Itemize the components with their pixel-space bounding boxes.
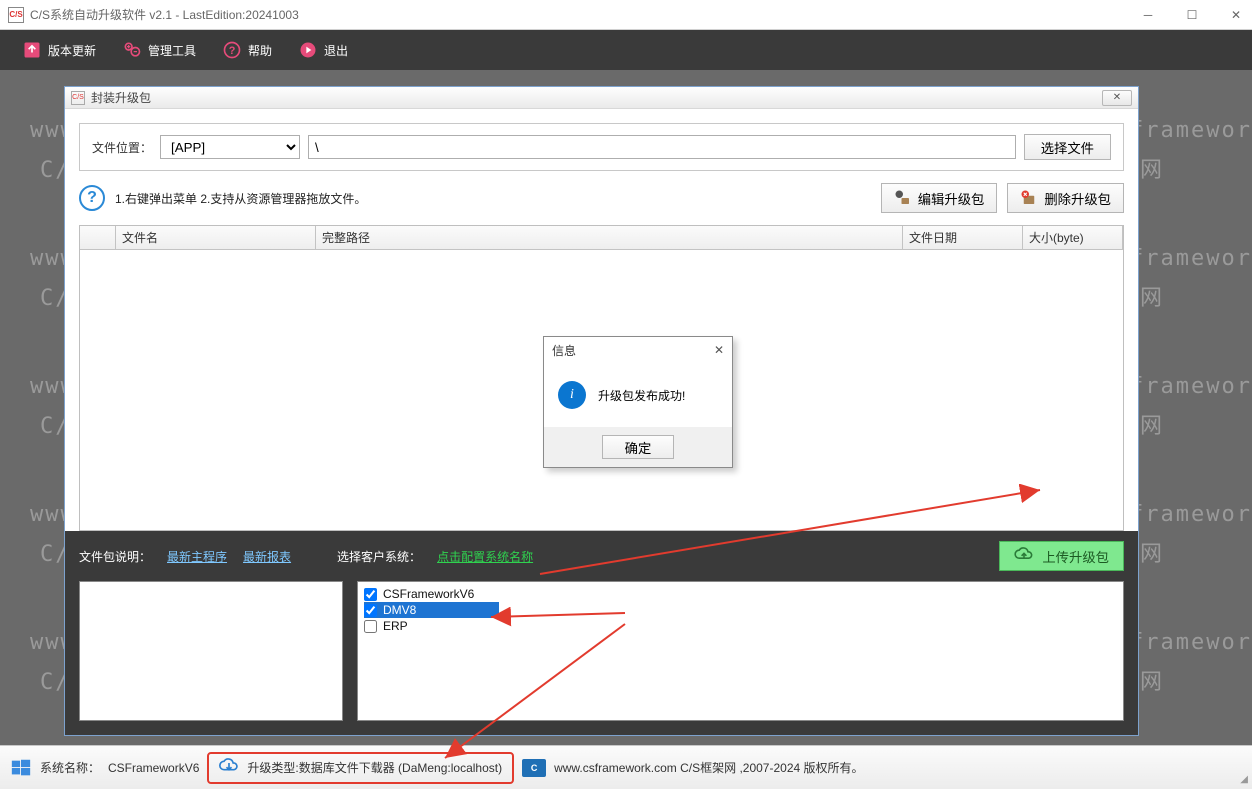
status-site: www.csframework.com C/S框架网 ,2007-2024 版权… <box>554 759 863 776</box>
app-icon: C/S <box>8 7 24 23</box>
file-location-label: 文件位置： <box>92 139 152 156</box>
system-checkbox[interactable] <box>364 588 377 601</box>
client-system-label: 选择客户系统： <box>337 548 421 565</box>
location-select[interactable]: [APP] <box>160 135 300 159</box>
info-ok-button[interactable]: 确定 <box>602 435 675 459</box>
menu-update[interactable]: 版本更新 <box>10 34 108 66</box>
info-dialog: 信息 ✕ i 升级包发布成功! 确定 <box>543 336 733 468</box>
status-system-label: 系统名称： <box>40 759 100 776</box>
help-icon: ? <box>222 40 242 60</box>
package-icon: C/S <box>71 91 85 105</box>
menu-update-label: 版本更新 <box>48 42 96 59</box>
maximize-button[interactable]: ☐ <box>1184 7 1200 23</box>
question-icon: ? <box>79 185 105 211</box>
upload-package-button[interactable]: 上传升级包 <box>999 541 1124 571</box>
status-system-value: CSFrameworkV6 <box>108 761 199 775</box>
hint-text: 1.右键弹出菜单 2.支持从资源管理器拖放文件。 <box>115 190 871 207</box>
col-check <box>80 226 116 249</box>
info-title-text: 信息 <box>552 342 576 359</box>
package-close-button[interactable]: ✕ <box>1102 90 1132 106</box>
system-item-erp[interactable]: ERP <box>364 618 1117 634</box>
info-titlebar: 信息 ✕ <box>544 337 732 363</box>
package-title: 封装升级包 <box>91 89 151 106</box>
col-size: 大小(byte) <box>1023 226 1123 249</box>
menu-exit-label: 退出 <box>324 42 348 59</box>
status-upgrade-type: 升级类型:数据库文件下载器 (DaMeng:localhost) <box>207 752 514 784</box>
system-item-csframeworkv6[interactable]: CSFrameworkV6 <box>364 586 1117 602</box>
svg-text:?: ? <box>229 45 236 57</box>
info-close-button[interactable]: ✕ <box>714 343 724 357</box>
windows-flag-icon <box>10 757 32 779</box>
table-header: 文件名 完整路径 文件日期 大小(byte) <box>80 226 1123 250</box>
system-label: ERP <box>383 619 408 633</box>
path-input[interactable] <box>308 135 1016 159</box>
system-checkbox[interactable] <box>364 620 377 633</box>
cloud-upload-icon <box>1014 547 1034 566</box>
system-label: DMV8 <box>383 603 416 617</box>
menu-help[interactable]: ? 帮助 <box>210 34 284 66</box>
systems-listbox[interactable]: CSFrameworkV6 DMV8 ERP <box>357 581 1124 721</box>
package-desc-label: 文件包说明： <box>79 548 151 565</box>
cloud-download-icon <box>219 758 239 778</box>
package-titlebar: C/S 封装升级包 ✕ <box>65 87 1138 109</box>
info-icon: i <box>558 381 586 409</box>
delete-icon <box>1020 189 1038 207</box>
col-date: 文件日期 <box>903 226 1023 249</box>
description-textarea[interactable] <box>79 581 343 721</box>
statusbar: 系统名称： CSFrameworkV6 升级类型:数据库文件下载器 (DaMen… <box>0 745 1252 789</box>
tools-icon <box>122 40 142 60</box>
menu-help-label: 帮助 <box>248 42 272 59</box>
edit-icon <box>894 189 912 207</box>
info-message: 升级包发布成功! <box>598 387 685 404</box>
cs-logo-icon: C <box>522 759 546 777</box>
close-button[interactable]: ✕ <box>1228 7 1244 23</box>
menubar: 版本更新 管理工具 ? 帮助 退出 <box>0 30 1252 70</box>
menu-exit[interactable]: 退出 <box>286 34 360 66</box>
resize-grip[interactable]: ◢ <box>1240 774 1248 785</box>
hint-row: ? 1.右键弹出菜单 2.支持从资源管理器拖放文件。 编辑升级包 删除升级包 <box>79 183 1124 213</box>
config-system-link[interactable]: 点击配置系统名称 <box>437 548 533 565</box>
col-path: 完整路径 <box>316 226 903 249</box>
choose-file-button[interactable]: 选择文件 <box>1024 134 1111 160</box>
link-report[interactable]: 最新报表 <box>243 548 291 565</box>
exit-icon <box>298 40 318 60</box>
system-checkbox[interactable] <box>364 604 377 617</box>
menu-tools-label: 管理工具 <box>148 42 196 59</box>
link-main-program[interactable]: 最新主程序 <box>167 548 227 565</box>
update-icon <box>22 40 42 60</box>
delete-package-button[interactable]: 删除升级包 <box>1007 183 1124 213</box>
edit-package-button[interactable]: 编辑升级包 <box>881 183 998 213</box>
menu-tools[interactable]: 管理工具 <box>110 34 208 66</box>
minimize-button[interactable]: ─ <box>1140 7 1156 23</box>
file-location-row: 文件位置： [APP] 选择文件 <box>79 123 1124 171</box>
bottom-panel: 文件包说明： 最新主程序 最新报表 选择客户系统： 点击配置系统名称 上传升级包 <box>65 531 1138 735</box>
window-title: C/S系统自动升级软件 v2.1 - LastEdition:20241003 <box>30 6 1140 23</box>
status-upgrade-type-text: 升级类型:数据库文件下载器 (DaMeng:localhost) <box>247 759 502 776</box>
system-label: CSFrameworkV6 <box>383 587 474 601</box>
col-filename: 文件名 <box>116 226 316 249</box>
titlebar: C/S C/S系统自动升级软件 v2.1 - LastEdition:20241… <box>0 0 1252 30</box>
system-item-dmv8[interactable]: DMV8 <box>364 602 499 618</box>
